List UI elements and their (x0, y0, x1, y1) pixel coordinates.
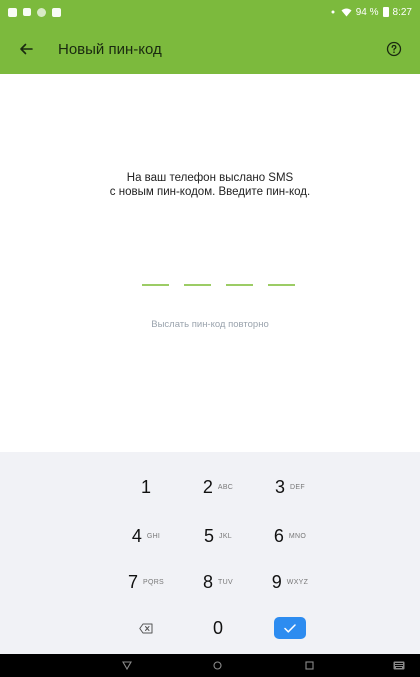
key-digit: 4 (131, 525, 142, 546)
numeric-keypad: 1 2 ABC 3 DEF 4 GHI 5 JKL 6 MNO 7 PQRS 8… (0, 452, 420, 654)
pin-entry-content: На ваш телефон выслано SMS с новым пин-к… (0, 74, 420, 452)
key-6[interactable]: 6 MNO (255, 516, 325, 556)
page-title: Новый пин-код (58, 40, 162, 58)
backspace-icon (139, 623, 153, 633)
status-time: 8:27 (392, 6, 412, 18)
key-letters: MNO (288, 532, 307, 540)
messages-notification-icon (23, 8, 31, 16)
key-letters: WXYZ (286, 578, 309, 586)
instruction-line-1: На ваш телефон выслано SMS (126, 172, 294, 184)
key-letters: TUV (218, 578, 233, 586)
nav-recents-button[interactable] (294, 654, 324, 677)
gallery-notification-icon (8, 7, 17, 17)
key-digit: 3 (275, 476, 286, 497)
key-7[interactable]: 7 PQRS (111, 562, 181, 602)
nav-back-button[interactable] (112, 654, 142, 677)
battery-percent: 94 % (355, 6, 379, 18)
nav-recents-icon (304, 661, 314, 670)
app-bar: Новый пин-код (0, 24, 420, 74)
status-system-icons: 94 % 8:27 (329, 7, 412, 18)
key-digit: 7 (127, 571, 138, 592)
pin-slot (226, 284, 253, 286)
key-letters: JKL (219, 532, 232, 540)
key-2[interactable]: 2 ABC (183, 467, 253, 507)
key-0[interactable]: 0 (183, 608, 253, 648)
back-arrow-icon[interactable] (14, 37, 38, 61)
confirm-button[interactable] (255, 608, 325, 648)
instruction-line-2: с новым пин-кодом. Введите пин-код. (109, 186, 311, 198)
key-letters: PQRS (142, 578, 165, 586)
resend-pin-link[interactable]: Выслать пин-код повторно (0, 319, 420, 330)
sync-notification-icon (37, 7, 46, 17)
status-bar: 94 % 8:27 (0, 0, 420, 24)
key-5[interactable]: 5 JKL (183, 516, 253, 556)
confirm-button-bg (274, 617, 306, 639)
backspace-button[interactable] (111, 608, 181, 648)
pin-input[interactable] (142, 284, 295, 286)
key-digit: 5 (204, 525, 215, 546)
key-letters: GHI (146, 532, 161, 540)
pin-slot (184, 284, 211, 286)
status-notification-icons (8, 7, 61, 17)
wifi-icon (341, 8, 352, 16)
nav-home-button[interactable] (202, 654, 232, 677)
help-icon[interactable] (382, 37, 406, 61)
key-1[interactable]: 1 (111, 467, 181, 507)
signal-icon (331, 10, 335, 14)
pin-slot (142, 284, 169, 286)
instruction-text: На ваш телефон выслано SMS с новым пин-к… (0, 171, 420, 199)
key-digit: 2 (202, 476, 213, 497)
key-3[interactable]: 3 DEF (255, 467, 325, 507)
key-letters: DEF (290, 483, 305, 491)
key-digit: 9 (271, 571, 282, 592)
key-digit: 0 (212, 617, 223, 638)
keyboard-icon (393, 661, 405, 670)
checkmark-icon (284, 623, 296, 633)
nav-home-icon (212, 661, 222, 670)
app-notification-icon (52, 7, 61, 17)
battery-icon (382, 7, 389, 17)
key-digit: 1 (140, 476, 151, 497)
key-digit: 8 (203, 571, 214, 592)
key-letters: ABC (217, 483, 234, 491)
pin-slot (268, 284, 295, 286)
system-navigation-bar (0, 654, 420, 677)
nav-keyboard-button[interactable] (384, 654, 414, 677)
nav-back-icon (122, 661, 132, 670)
key-8[interactable]: 8 TUV (183, 562, 253, 602)
key-digit: 6 (273, 525, 284, 546)
key-4[interactable]: 4 GHI (111, 516, 181, 556)
key-9[interactable]: 9 WXYZ (255, 562, 325, 602)
